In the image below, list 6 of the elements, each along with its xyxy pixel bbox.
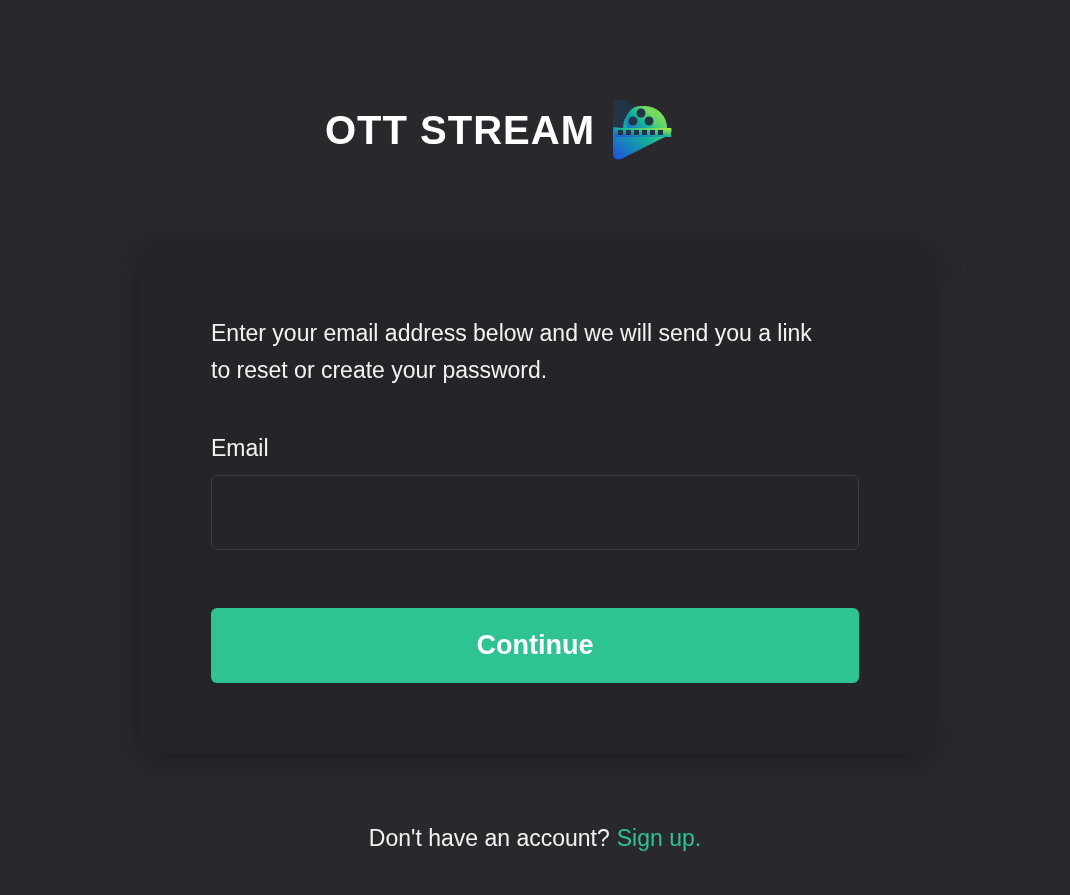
sign-up-link[interactable]: Sign up. [616, 821, 702, 856]
email-input-field[interactable] [211, 475, 859, 550]
instructions-text: Enter your email address below and we will send you a link to reset or create your password. [211, 319, 813, 385]
signup-prompt-text: Don't have an account? [368, 824, 610, 853]
email-label: Email [211, 434, 269, 463]
logo-text: OTT STREAM [325, 110, 595, 150]
